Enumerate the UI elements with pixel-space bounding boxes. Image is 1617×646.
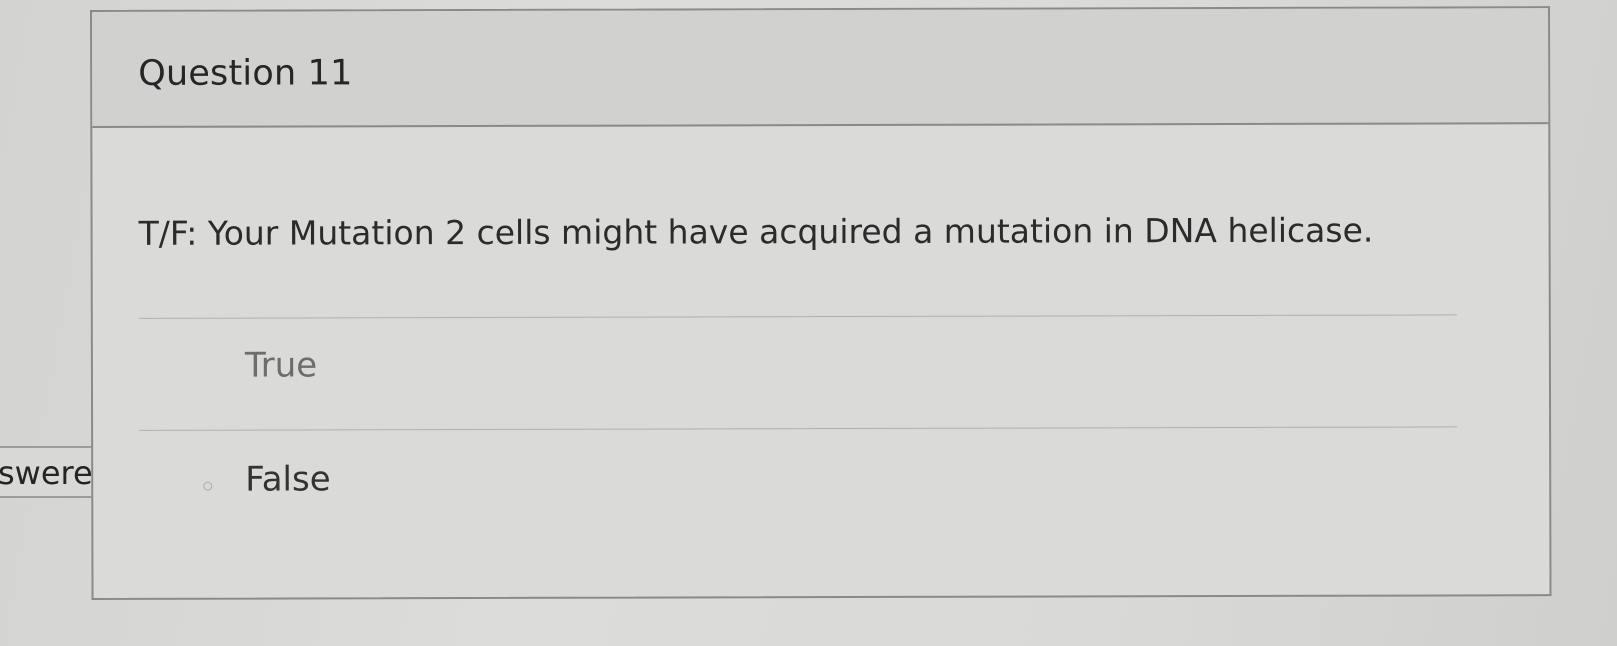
question-text: T/F: Your Mutation 2 cells might have ac… xyxy=(138,210,1374,253)
question-header: Question 11 xyxy=(92,8,1549,128)
answer-divider xyxy=(138,314,1457,319)
question-body: T/F: Your Mutation 2 cells might have ac… xyxy=(92,124,1549,598)
answer-label-false: False xyxy=(245,459,331,500)
question-title: Question 11 xyxy=(138,53,353,94)
answer-option-false[interactable]: False xyxy=(139,438,1457,537)
false-radio-button[interactable] xyxy=(203,481,213,491)
answer-divider xyxy=(139,426,1458,431)
question-card: Question 11 T/F: Your Mutation 2 cells m… xyxy=(90,6,1552,600)
answer-label-true: True xyxy=(244,345,318,386)
answer-option-true[interactable]: True xyxy=(139,324,1457,423)
